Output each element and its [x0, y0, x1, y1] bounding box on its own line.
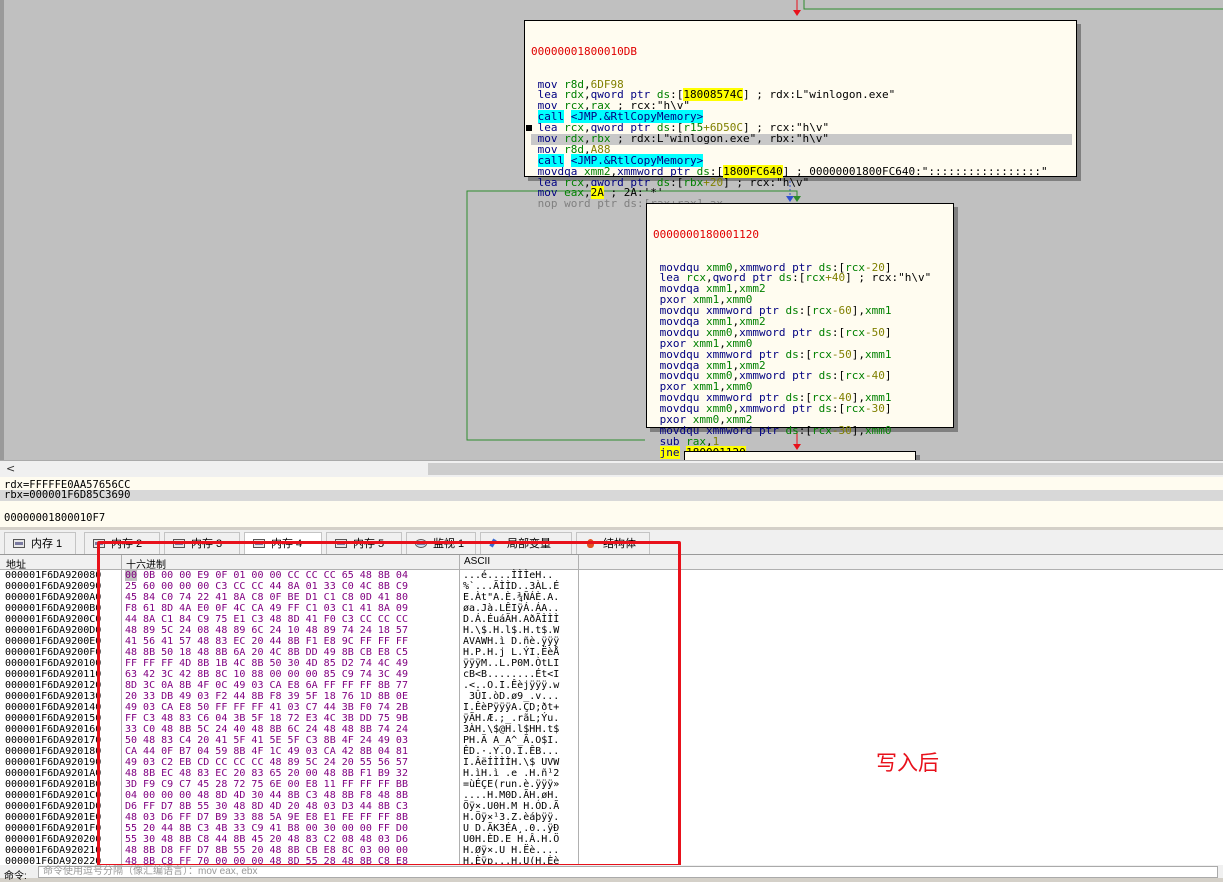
info-panel: rdx=FFFFFE0AA57656CC rbx=000001F6D85C369… — [0, 477, 1223, 527]
row-address: 000001F6DA9200F0 — [5, 647, 102, 658]
row-address: 000001F6DA920080 — [5, 570, 102, 581]
row-address: 000001F6DA920100 — [5, 658, 102, 669]
row-address: 000001F6DA9201F0 — [5, 823, 102, 834]
row-address: 000001F6DA920090 — [5, 581, 102, 592]
row-address: 000001F6DA9201E0 — [5, 812, 102, 823]
code-block-2[interactable]: 0000000180001120 movdqu xmm0,xmmword ptr… — [646, 203, 954, 459]
col-address[interactable]: 地址 — [6, 556, 26, 571]
row-address: 000001F6DA920210 — [5, 845, 102, 856]
row-address: 000001F6DA9200D0 — [5, 625, 102, 636]
row-address: 000001F6DA9200A0 — [5, 592, 102, 603]
row-address: 000001F6DA920140 — [5, 702, 102, 713]
row-address: 000001F6DA920120 — [5, 680, 102, 691]
row-address: 000001F6DA920190 — [5, 757, 102, 768]
row-address: 000001F6DA920180 — [5, 746, 102, 757]
block-1-address: 00000001800010DB — [531, 44, 637, 58]
row-address: 000001F6DA9201A0 — [5, 768, 102, 779]
row-address: 000001F6DA920220 — [5, 856, 102, 865]
row-address: 000001F6DA9200B0 — [5, 603, 102, 614]
block-2-address: 0000000180001120 — [653, 227, 759, 241]
row-address: 000001F6DA9201D0 — [5, 801, 102, 812]
asm-line[interactable]: mov rdx,rbx ; rdx:L"winlogon.exe", rbx:"… — [531, 133, 1072, 145]
memory-icon — [13, 539, 25, 548]
row-address: 000001F6DA920170 — [5, 735, 102, 746]
breakpoint-icon[interactable] — [526, 125, 532, 132]
graph-horizontal-scrollbar[interactable]: < — [0, 460, 1223, 477]
row-address: 000001F6DA920150 — [5, 713, 102, 724]
info-address: 00000001800010F7 — [4, 512, 106, 524]
command-input[interactable]: 命令使用逗号分隔（像汇编语言）：mov eax, ebx — [38, 866, 1218, 878]
code-block-1[interactable]: 00000001800010DB mov r8d,6DF98 lea rdx,q… — [524, 20, 1077, 209]
command-bar: 命令: 命令使用逗号分隔（像汇编语言）：mov eax, ebx — [0, 865, 1223, 882]
row-address: 000001F6DA920160 — [5, 724, 102, 735]
row-address: 000001F6DA920130 — [5, 691, 102, 702]
tab-memory-1[interactable]: 内存 1 — [4, 532, 76, 554]
info-rbx: rbx=000001F6D85C3690 — [0, 490, 1223, 501]
command-label: 命令: — [4, 871, 27, 882]
scroll-left-icon[interactable]: < — [6, 462, 15, 475]
graph-view[interactable]: 00000001800010DB mov r8d,6DF98 lea rdx,q… — [0, 0, 1223, 460]
annotation-text: 写入后 — [876, 751, 939, 775]
row-address: 000001F6DA9200C0 — [5, 614, 102, 625]
row-address: 000001F6DA9201B0 — [5, 779, 102, 790]
tab-label: 内存 1 — [31, 538, 63, 550]
code-block-3[interactable] — [684, 451, 916, 460]
row-address: 000001F6DA920110 — [5, 669, 102, 680]
scroll-thumb[interactable] — [428, 463, 1223, 475]
row-address: 000001F6DA920200 — [5, 834, 102, 845]
row-address: 000001F6DA9201C0 — [5, 790, 102, 801]
highlight-box — [97, 541, 681, 867]
row-address: 000001F6DA9200E0 — [5, 636, 102, 647]
